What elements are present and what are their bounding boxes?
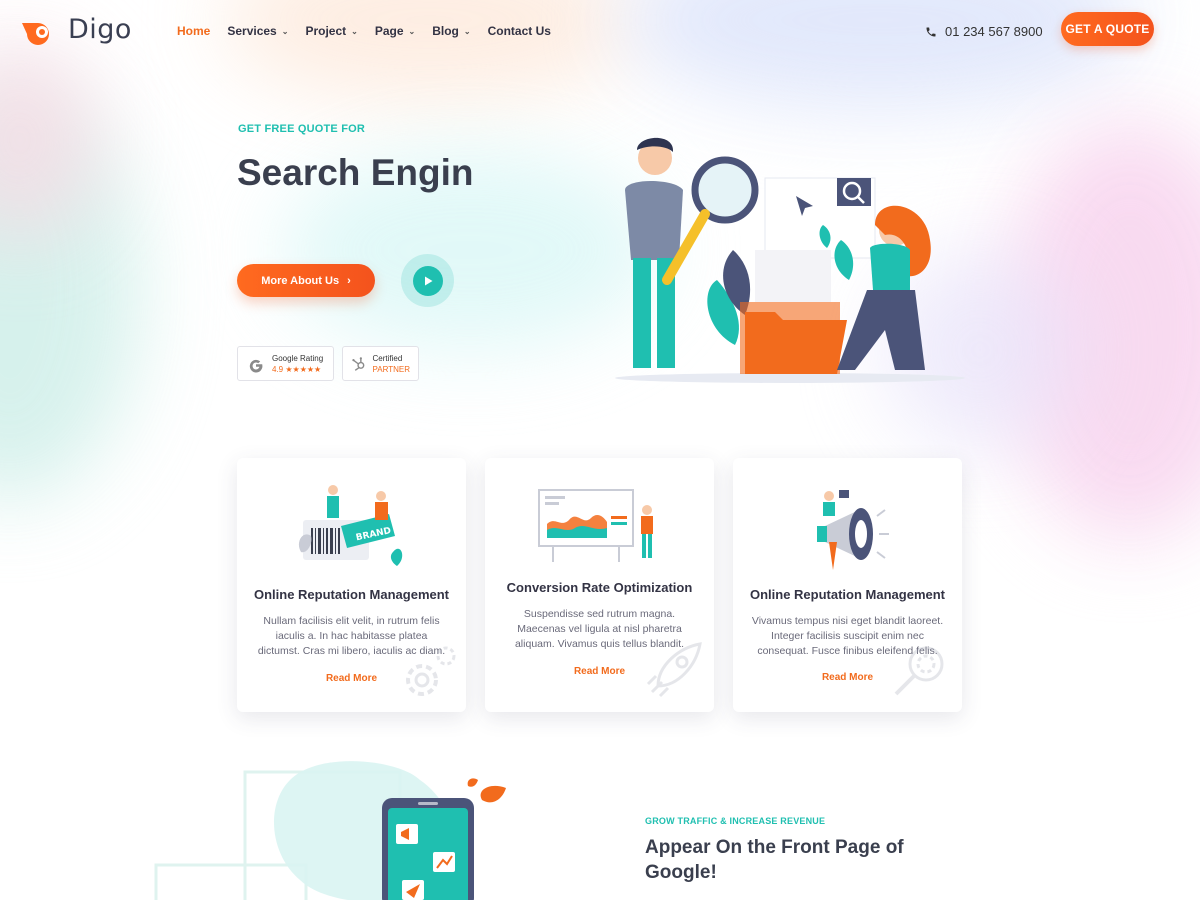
- more-about-us-button[interactable]: More About Us ›: [237, 264, 375, 297]
- nav-item-page[interactable]: Page ⌄: [375, 24, 415, 38]
- play-video-button[interactable]: [401, 254, 454, 307]
- brand-illustration: BRAND: [298, 485, 402, 566]
- conversion-chart-illustration: [537, 489, 653, 562]
- service-card[interactable]: Online Reputation Management Vivamus tem…: [733, 458, 962, 712]
- badge-sub: 4.9 ★★★★★: [272, 364, 322, 374]
- rocket-icon: [646, 642, 702, 698]
- hero-illustration: [615, 137, 965, 383]
- gear-icon: [406, 646, 456, 696]
- google-rating-badge: Google Rating 4.9 ★★★★★: [237, 346, 334, 381]
- nav-item-services[interactable]: Services ⌄: [227, 24, 288, 38]
- chevron-down-icon: ⌄: [463, 26, 471, 36]
- more-about-us-label: More About Us: [261, 274, 340, 287]
- hero-title: Search Engin: [237, 152, 474, 193]
- phone-contact[interactable]: 01 234 567 8900: [925, 24, 1043, 39]
- card-title: Online Reputation Management: [253, 587, 449, 602]
- hubspot-icon: [352, 356, 365, 371]
- logo[interactable]: Digo: [20, 14, 132, 45]
- service-card[interactable]: Conversion Rate Optimization Suspendisse…: [485, 458, 714, 712]
- card-title: Online Reputation Management: [749, 587, 945, 602]
- badge-sub: PARTNER: [372, 364, 411, 374]
- service-card[interactable]: BRAND Online Reputation Management Nulla…: [237, 458, 466, 712]
- chevron-down-icon: ⌄: [408, 26, 416, 36]
- get-quote-button[interactable]: GET A QUOTE: [1061, 12, 1154, 46]
- badge-title: Certified: [372, 353, 403, 363]
- feature-title: Appear On the Front Page of Google!: [645, 837, 904, 883]
- phone-icon: [926, 27, 936, 36]
- chevron-down-icon: ⌄: [281, 26, 289, 36]
- search-gear-icon: [894, 646, 944, 696]
- nav-item-contact[interactable]: Contact Us: [488, 24, 551, 38]
- main-nav: Home Services ⌄ Project ⌄ Page ⌄ Blog ⌄ …: [177, 24, 568, 38]
- phone-number: 01 234 567 8900: [945, 24, 1043, 39]
- google-g-icon: [249, 359, 263, 372]
- brand-name: Digo: [68, 14, 132, 45]
- card-title: Conversion Rate Optimization: [506, 580, 693, 595]
- play-icon: [424, 276, 432, 285]
- nav-item-project[interactable]: Project ⌄: [305, 24, 357, 38]
- phone-illustration: [154, 761, 506, 900]
- nav-item-home[interactable]: Home: [177, 24, 210, 38]
- site-header: Digo Home Services ⌄ Project ⌄ Page ⌄ Bl…: [0, 0, 1200, 62]
- feature-eyebrow: GROW TRAFFIC & INCREASE REVENUE: [645, 816, 826, 826]
- chevron-down-icon: ⌄: [351, 26, 358, 36]
- logo-mark-icon: [22, 22, 49, 45]
- megaphone-illustration: [816, 490, 889, 570]
- badge-title: Google Rating: [272, 353, 324, 363]
- nav-item-blog[interactable]: Blog ⌄: [432, 24, 470, 38]
- hero-eyebrow: GET FREE QUOTE FOR: [238, 123, 366, 135]
- chevron-right-icon: ›: [347, 274, 351, 287]
- certified-partner-badge: Certified PARTNER: [342, 346, 419, 381]
